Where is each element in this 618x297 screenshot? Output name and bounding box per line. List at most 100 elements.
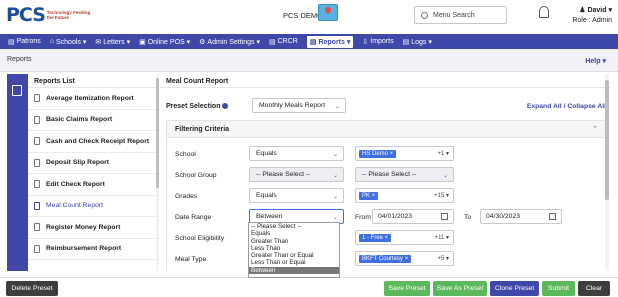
dropdown-option-selected[interactable]: Between: [249, 266, 339, 275]
clone-preset-button[interactable]: Clone Preset: [490, 281, 539, 296]
grades-label: Grades: [175, 193, 198, 200]
calendar-icon[interactable]: [441, 213, 448, 220]
nav-reports[interactable]: ▤ Reports ▾: [306, 35, 354, 48]
from-date-input[interactable]: 04/01/2023: [372, 209, 454, 224]
crcr-icon: ▤: [268, 38, 276, 46]
user-role: Role : Admin: [572, 17, 612, 24]
bell-icon[interactable]: [539, 6, 549, 18]
logo-mark: PCS: [6, 4, 46, 26]
nav-letters[interactable]: ✉ Letters ▾: [95, 38, 130, 46]
reports-list-title: Reports List: [28, 74, 158, 88]
footer-bar: Delete Preset Save Preset Save As Preset…: [0, 277, 618, 297]
chevron-down-icon: ⌄: [334, 104, 340, 110]
to-date-input[interactable]: 04/30/2023: [480, 209, 562, 224]
dropdown-option[interactable]: Less Than or Equal: [249, 259, 339, 266]
grades-operator: Equals: [256, 192, 277, 199]
nav-admin-settings[interactable]: ⚙ Admin Settings ▾: [199, 38, 260, 46]
school-operator-select[interactable]: Equals ⌄: [249, 146, 344, 161]
document-icon[interactable]: [12, 85, 22, 96]
submit-button[interactable]: Submit: [542, 281, 575, 296]
report-panel: Meal Count Report Preset Selection Month…: [160, 74, 610, 271]
date-range-operator-dropdown: -- Please Select -- Equals Greater Than …: [248, 222, 340, 278]
grades-multiselect[interactable]: PK × +15 ▾: [355, 188, 454, 203]
eligibility-chip[interactable]: 1 - Free ×: [359, 233, 392, 242]
nav-crcr[interactable]: ▤ CRCR: [269, 38, 298, 46]
expand-collapse-link[interactable]: Expand All / Collapse All: [527, 103, 606, 110]
document-icon: [34, 115, 40, 124]
nav-online-pos[interactable]: ▣ Online POS ▾: [139, 38, 190, 46]
main-scroll-thumb[interactable]: [605, 80, 609, 200]
school-group-select[interactable]: -- Please Select -- ⌄: [355, 167, 454, 182]
nav-logs[interactable]: ▤ Logs ▾: [403, 38, 432, 46]
logo[interactable]: PCS Technology Feeding the Future: [6, 4, 97, 26]
preset-select[interactable]: Monthly Meals Report ⌄: [252, 98, 346, 113]
dropdown-option[interactable]: -- Please Select --: [249, 223, 339, 230]
report-item-basic-claims[interactable]: Basic Claims Report: [28, 110, 158, 131]
schools-icon: ⌂: [49, 38, 54, 45]
main-nav: ▤ Patrons ⌂ Schools ▾ ✉ Letters ▾ ▣ Online P…: [0, 34, 618, 49]
meal-type-multiselect[interactable]: BKFT Courtesy × +5 ▾: [355, 251, 454, 266]
school-chip[interactable]: HS Demo ×: [359, 149, 397, 158]
nav-imports[interactable]: ⇩ Imports: [362, 38, 393, 46]
eligibility-multiselect[interactable]: 1 - Free × +11 ▾: [355, 230, 454, 245]
grades-operator-select[interactable]: Equals ⌄: [249, 188, 344, 203]
menu-search-input[interactable]: Menu Search: [414, 6, 507, 24]
delete-preset-button[interactable]: Delete Preset: [6, 281, 58, 296]
meal-type-more[interactable]: +5 ▾: [437, 255, 449, 262]
breadcrumb: Reports: [7, 56, 32, 63]
list-scroll-thumb[interactable]: [156, 78, 159, 188]
report-item-edit-check[interactable]: Edit Check Report: [28, 174, 158, 196]
dropdown-option[interactable]: Greater Than: [249, 238, 339, 245]
chevron-down-icon: ⌄: [332, 215, 338, 221]
school-multiselect[interactable]: HS Demo × +1 ▾: [355, 146, 454, 161]
nav-label: Admin Settings ▾: [207, 38, 260, 46]
side-rail: [7, 74, 28, 271]
document-icon: [34, 137, 40, 146]
school-more[interactable]: +1 ▾: [437, 150, 449, 157]
nav-label: Letters ▾: [103, 38, 131, 46]
report-item-register-money[interactable]: Register Money Report: [28, 217, 158, 239]
user-menu[interactable]: ♟ David ▾ Role : Admin: [572, 6, 612, 26]
date-range-operator: Between: [256, 213, 283, 220]
eligibility-more[interactable]: +11 ▾: [435, 234, 449, 241]
document-icon: [34, 201, 40, 210]
chevron-up-icon[interactable]: ⌃: [592, 125, 598, 133]
save-as-preset-button[interactable]: Save As Preset: [433, 281, 487, 296]
calendar-icon[interactable]: [549, 213, 556, 220]
nav-schools[interactable]: ⌂ Schools ▾: [50, 38, 87, 46]
dropdown-option[interactable]: Less Than: [249, 245, 339, 252]
report-label: Cash and Check Receipt Report: [46, 137, 150, 145]
import-icon: ⇩: [362, 38, 369, 46]
clear-button[interactable]: Clear: [578, 281, 610, 296]
criteria-title[interactable]: Filtering Criteria: [167, 121, 605, 138]
from-label: From: [355, 214, 371, 221]
school-group-operator-select[interactable]: -- Please Select -- ⌄: [249, 167, 344, 182]
report-item-deposit-slip[interactable]: Deposit Slip Report: [28, 153, 158, 174]
chevron-down-icon: ⌄: [332, 194, 338, 200]
chevron-down-icon: ⌄: [442, 173, 448, 179]
info-icon[interactable]: [222, 103, 229, 110]
report-item-meal-count[interactable]: Meal Count Report: [28, 196, 158, 217]
help-button[interactable]: Help ▾: [585, 57, 606, 65]
report-item-reimbursement[interactable]: Reimbursement Report: [28, 239, 158, 260]
preset-row: Preset Selection Monthly Meals Report ⌄ …: [166, 97, 606, 115]
report-label: Average Itemization Report: [46, 94, 134, 102]
dropdown-option[interactable]: Equals: [249, 230, 339, 237]
meal-type-chip[interactable]: BKFT Courtesy ×: [359, 254, 412, 263]
report-item-cash-check[interactable]: Cash and Check Receipt Report: [28, 131, 158, 153]
main-scrollbar[interactable]: [605, 74, 609, 271]
preset-label: Preset Selection: [166, 103, 229, 110]
grades-chip[interactable]: PK ×: [359, 191, 379, 200]
save-preset-button[interactable]: Save Preset: [384, 281, 430, 296]
document-icon: [34, 158, 40, 167]
reports-icon: ▤: [309, 38, 317, 46]
list-scrollbar[interactable]: [156, 74, 159, 271]
dropdown-option[interactable]: Greater Than or Equal: [249, 252, 339, 259]
report-label: Deposit Slip Report: [46, 159, 110, 167]
nav-patrons[interactable]: ▤ Patrons: [8, 38, 41, 46]
grades-more[interactable]: +15 ▾: [434, 192, 449, 199]
report-item-average-itemization[interactable]: Average Itemization Report: [28, 88, 158, 110]
map-icon[interactable]: [318, 4, 338, 21]
document-icon: [34, 244, 40, 253]
user-name: David: [587, 7, 607, 14]
